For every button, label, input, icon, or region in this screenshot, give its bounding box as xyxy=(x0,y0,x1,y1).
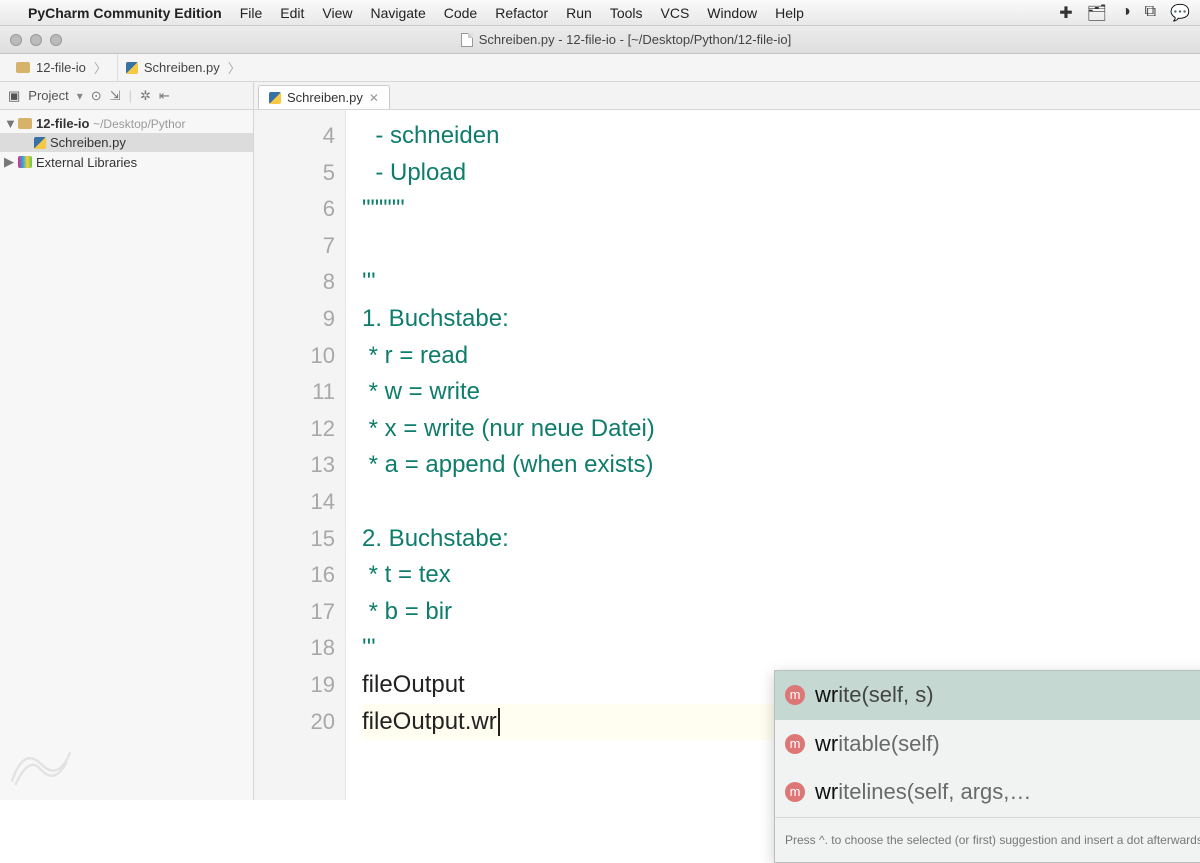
menu-view[interactable]: View xyxy=(322,5,352,21)
close-tab-icon[interactable]: ✕ xyxy=(369,91,379,105)
menu-tools[interactable]: Tools xyxy=(610,5,643,21)
method-icon: m xyxy=(785,685,805,705)
menu-code[interactable]: Code xyxy=(444,5,477,21)
document-icon xyxy=(461,33,473,47)
completion-hint: Press ^. to choose the selected (or firs… xyxy=(775,817,1200,863)
tray-icon[interactable]: ⧉ xyxy=(1145,3,1156,23)
python-file-icon xyxy=(269,92,281,104)
close-window-button[interactable] xyxy=(10,34,22,46)
menu-navigate[interactable]: Navigate xyxy=(370,5,425,21)
locate-icon[interactable]: ⇲ xyxy=(110,88,121,104)
chevron-right-icon: 〉 xyxy=(92,58,109,77)
gear-icon[interactable]: ✲ xyxy=(140,88,151,104)
window-title: Schreiben.py - 12-file-io - [~/Desktop/P… xyxy=(62,32,1190,48)
code-editor[interactable]: 4567891011121314151617181920 - schneiden… xyxy=(254,110,1200,800)
project-window-icon: ▣ xyxy=(8,88,20,104)
completion-item[interactable]: mwritable(self)TextIOWrapper xyxy=(775,720,1200,769)
breadcrumb-file[interactable]: Schreiben.py 〉 xyxy=(118,54,251,81)
tray-icon[interactable]: ✚ xyxy=(1059,3,1072,23)
tree-expand-icon[interactable]: ▶ xyxy=(4,154,14,170)
window-titlebar: Schreiben.py - 12-file-io - [~/Desktop/P… xyxy=(0,26,1200,54)
watermark-icon xyxy=(6,739,76,794)
menu-file[interactable]: File xyxy=(240,5,263,21)
tree-external-libraries[interactable]: ▶ External Libraries xyxy=(0,152,253,172)
chevron-down-icon[interactable]: ▾ xyxy=(77,89,83,103)
libraries-icon xyxy=(18,156,32,168)
menu-refactor[interactable]: Refactor xyxy=(495,5,548,21)
method-icon: m xyxy=(785,734,805,754)
completion-item[interactable]: mwrite(self, s)TextIOWrapper xyxy=(775,671,1200,720)
breadcrumb-folder[interactable]: 12-file-io 〉 xyxy=(8,54,118,81)
tool-tab-row: ▣ Project ▾ ⊙ ⇲ | ✲ ⇤ Schreiben.py ✕ xyxy=(0,82,1200,110)
tree-expand-icon[interactable]: ▼ xyxy=(4,116,14,131)
menu-window[interactable]: Window xyxy=(707,5,757,21)
menu-edit[interactable]: Edit xyxy=(280,5,304,21)
tab-schreiben[interactable]: Schreiben.py ✕ xyxy=(258,85,390,109)
hide-icon[interactable]: ⇤ xyxy=(159,88,170,104)
folder-icon xyxy=(18,118,32,129)
collapse-icon[interactable]: ⊙ xyxy=(91,88,102,104)
completion-popup[interactable]: mwrite(self, s)TextIOWrappermwritable(se… xyxy=(774,670,1200,863)
python-file-icon xyxy=(126,62,138,74)
menu-run[interactable]: Run xyxy=(566,5,592,21)
window-controls xyxy=(10,34,62,46)
app-name[interactable]: PyCharm Community Edition xyxy=(28,5,222,21)
project-tool-header[interactable]: ▣ Project ▾ ⊙ ⇲ | ✲ ⇤ xyxy=(0,82,254,109)
folder-icon xyxy=(16,62,30,73)
completion-item[interactable]: mwritelines(self, args,…_IOBase xyxy=(775,768,1200,817)
menu-tray: ✚ 🗂 ◑ ⧉ 💬 xyxy=(1059,3,1190,23)
menu-vcs[interactable]: VCS xyxy=(661,5,690,21)
tree-file-schreiben[interactable]: Schreiben.py xyxy=(0,133,253,152)
breadcrumb: 12-file-io 〉 Schreiben.py 〉 xyxy=(0,54,1200,82)
tray-icon[interactable]: ◑ xyxy=(1121,3,1131,23)
project-tree[interactable]: ▼ 12-file-io ~/Desktop/Pythor Schreiben.… xyxy=(0,110,254,800)
mac-menu-bar: PyCharm Community Edition File Edit View… xyxy=(0,0,1200,26)
tree-root[interactable]: ▼ 12-file-io ~/Desktop/Pythor xyxy=(0,114,253,133)
method-icon: m xyxy=(785,782,805,802)
zoom-window-button[interactable] xyxy=(50,34,62,46)
chevron-right-icon: 〉 xyxy=(226,58,243,77)
tray-icon[interactable]: 🗂 xyxy=(1087,3,1107,23)
line-number-gutter: 4567891011121314151617181920 xyxy=(254,110,346,800)
editor-tabs: Schreiben.py ✕ xyxy=(254,82,390,109)
python-file-icon xyxy=(34,137,46,149)
tray-icon[interactable]: 💬 xyxy=(1170,3,1190,23)
work-area: ▼ 12-file-io ~/Desktop/Pythor Schreiben.… xyxy=(0,110,1200,800)
menu-help[interactable]: Help xyxy=(775,5,804,21)
minimize-window-button[interactable] xyxy=(30,34,42,46)
